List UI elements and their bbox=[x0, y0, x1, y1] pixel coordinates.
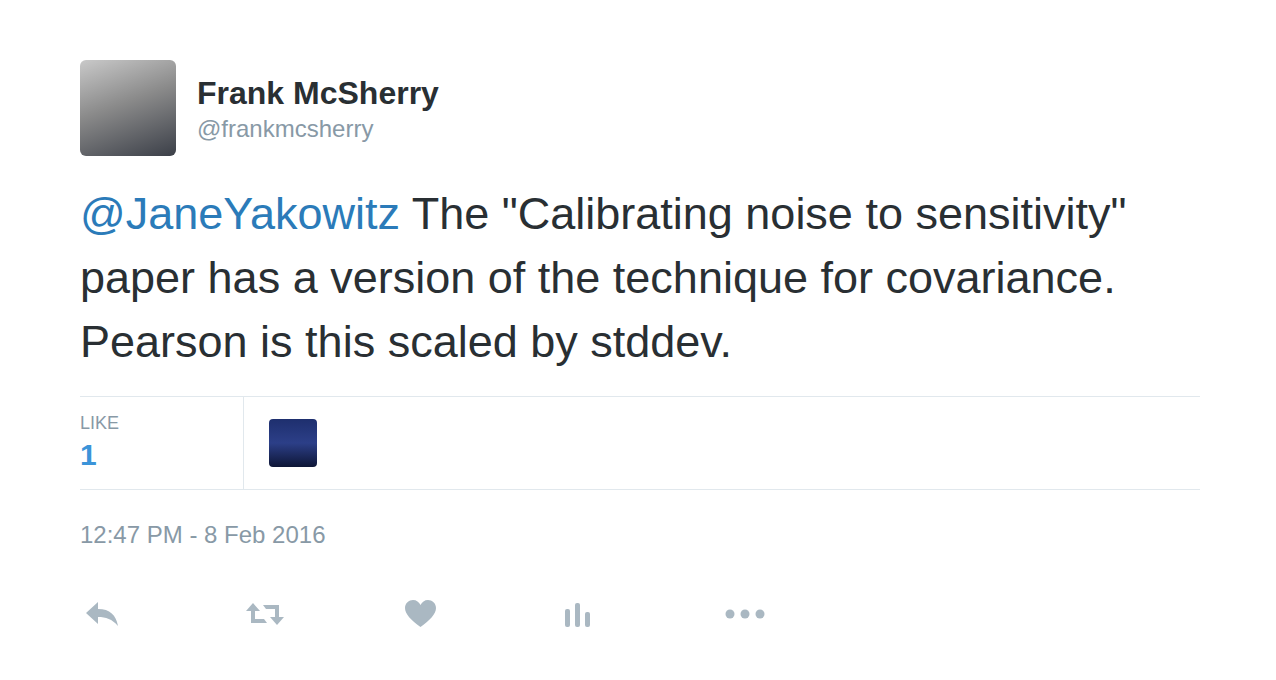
liker-avatar[interactable] bbox=[269, 419, 317, 467]
action-bar bbox=[80, 598, 1200, 630]
retweet-icon[interactable] bbox=[245, 601, 285, 627]
author-name[interactable]: Frank McSherry bbox=[197, 74, 439, 112]
author-names: Frank McSherry @frankmcsherry bbox=[197, 60, 439, 146]
like-stat[interactable]: LIKE 1 bbox=[80, 397, 244, 489]
tweet-page: Frank McSherry @frankmcsherry @JaneYakow… bbox=[0, 0, 1276, 680]
timestamp[interactable]: 12:47 PM - 8 Feb 2016 bbox=[80, 520, 1200, 550]
reply-icon[interactable] bbox=[85, 600, 119, 628]
stats-row: LIKE 1 bbox=[80, 396, 1200, 490]
like-label: LIKE bbox=[80, 411, 243, 435]
heart-icon[interactable] bbox=[405, 600, 436, 628]
author-handle[interactable]: @frankmcsherry bbox=[197, 112, 439, 146]
tweet-text: @JaneYakowitz The "Calibrating noise to … bbox=[80, 182, 1200, 374]
mention-link[interactable]: @JaneYakowitz bbox=[80, 188, 400, 239]
author-avatar[interactable] bbox=[80, 60, 176, 156]
more-icon[interactable] bbox=[725, 609, 765, 619]
like-count: 1 bbox=[80, 435, 243, 475]
tweet-header: Frank McSherry @frankmcsherry bbox=[80, 60, 1200, 156]
analytics-icon[interactable] bbox=[565, 601, 591, 627]
